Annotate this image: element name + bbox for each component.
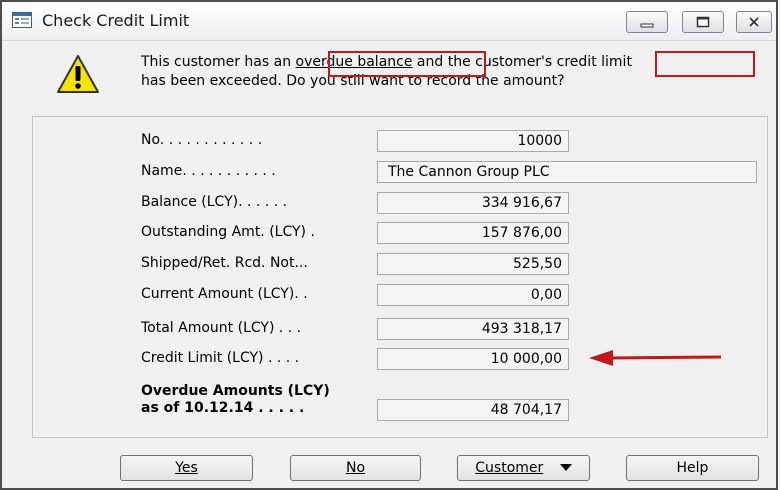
help-button-label: Help xyxy=(676,460,709,476)
dropdown-arrow-icon xyxy=(559,464,572,471)
field-value-name: The Cannon Group PLC xyxy=(377,161,757,183)
field-value-shipped-not-invoiced: 525,50 xyxy=(377,253,569,275)
red-arrow-icon xyxy=(589,350,722,366)
no-button[interactable]: No xyxy=(290,455,421,481)
field-value-current-amount: 0,00 xyxy=(377,284,569,306)
check-credit-limit-dialog: Check Credit Limit This customer has an … xyxy=(0,0,778,490)
overdue-balance-highlight xyxy=(328,51,486,77)
field-label-overdue-date: as of 10.12.14 . . . . . xyxy=(141,400,305,416)
message-text-1: This customer has an xyxy=(141,54,296,70)
field-value-balance: 334 916,67 xyxy=(377,192,569,214)
field-value-outstanding-amt: 157 876,00 xyxy=(377,222,569,244)
field-label-name: Name. . . . . . . . . . . xyxy=(141,163,276,179)
warning-icon xyxy=(57,55,99,93)
field-label-no: No. . . . . . . . . . . . xyxy=(141,132,263,148)
maximize-button[interactable] xyxy=(682,11,724,33)
field-label-overdue-amounts: Overdue Amounts (LCY) xyxy=(141,383,330,399)
field-value-overdue-amounts: 48 704,17 xyxy=(377,399,569,421)
minimize-icon xyxy=(640,23,654,28)
field-label-current-amount: Current Amount (LCY). . xyxy=(141,286,308,302)
minimize-button[interactable] xyxy=(626,11,668,33)
field-value-no: 10000 xyxy=(377,130,569,152)
yes-button[interactable]: Yes xyxy=(120,455,253,481)
customer-button-label: Customer xyxy=(475,460,544,476)
help-button[interactable]: Help xyxy=(626,455,759,481)
no-button-label: No xyxy=(345,460,366,476)
field-label-credit-limit: Credit Limit (LCY) . . . . xyxy=(141,350,300,366)
title-bar: Check Credit Limit xyxy=(2,2,776,41)
field-value-credit-limit: 10 000,00 xyxy=(377,348,569,370)
close-icon xyxy=(749,17,759,27)
customer-button[interactable]: Customer xyxy=(457,455,590,481)
field-label-balance: Balance (LCY). . . . . . xyxy=(141,194,288,210)
yes-button-label: Yes xyxy=(175,460,198,476)
field-label-shipped-not-invoiced: Shipped/Ret. Rcd. Not... xyxy=(141,255,308,271)
maximize-icon xyxy=(696,16,710,28)
credit-limit-text: credit limit xyxy=(556,54,632,70)
window-icon xyxy=(12,12,32,28)
field-label-outstanding-amt: Outstanding Amt. (LCY) . xyxy=(141,224,315,240)
field-label-total-amount: Total Amount (LCY) . . . xyxy=(141,320,302,336)
field-value-total-amount: 493 318,17 xyxy=(377,318,569,340)
credit-limit-highlight xyxy=(655,51,755,77)
window-title: Check Credit Limit xyxy=(42,11,190,30)
close-button[interactable] xyxy=(736,11,772,33)
